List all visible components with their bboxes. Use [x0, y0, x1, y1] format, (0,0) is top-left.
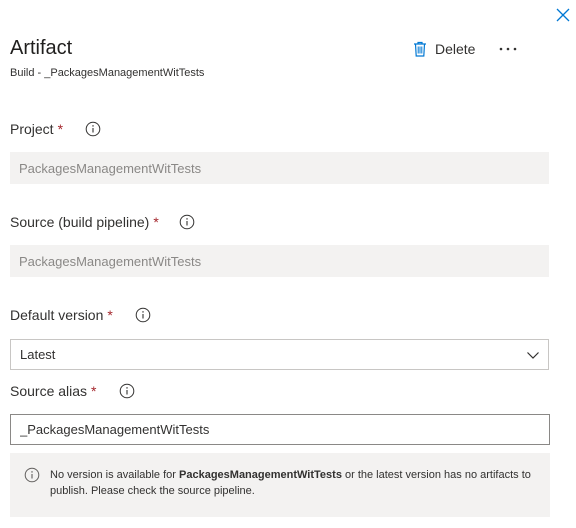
- default-version-label-row: Default version *: [10, 307, 151, 323]
- project-field: PackagesManagementWitTests: [10, 152, 549, 184]
- notice-pipeline-name: PackagesManagementWitTests: [179, 469, 342, 481]
- close-button[interactable]: [553, 5, 573, 25]
- default-version-label: Default version: [10, 307, 104, 323]
- required-mark: *: [153, 214, 159, 230]
- default-version-value: Latest: [20, 347, 56, 362]
- info-icon[interactable]: [85, 121, 101, 137]
- source-label: Source (build pipeline): [10, 214, 150, 230]
- notice-message: No version is available for PackagesMana…: [50, 467, 534, 499]
- project-label: Project: [10, 121, 54, 137]
- more-icon: [499, 47, 517, 51]
- info-icon: [24, 467, 40, 483]
- close-icon: [556, 8, 570, 22]
- required-mark: *: [57, 121, 64, 137]
- info-icon[interactable]: [119, 383, 135, 399]
- delete-button[interactable]: Delete: [413, 38, 475, 60]
- required-mark: *: [107, 307, 113, 323]
- panel-subtitle: Build - _PackagesManagementWitTests: [10, 67, 205, 79]
- panel-title: Artifact: [10, 37, 73, 59]
- project-label-row: Project *: [10, 121, 101, 137]
- info-icon[interactable]: [179, 214, 195, 230]
- more-actions-button[interactable]: [496, 38, 520, 60]
- source-alias-input[interactable]: [10, 414, 550, 445]
- delete-label: Delete: [435, 41, 476, 57]
- chevron-down-icon: [526, 348, 540, 365]
- source-label-row: Source (build pipeline) *: [10, 214, 195, 230]
- required-mark: *: [91, 383, 97, 399]
- info-icon[interactable]: [135, 307, 151, 323]
- source-field: PackagesManagementWitTests: [10, 245, 549, 277]
- source-alias-label: Source alias: [10, 383, 88, 399]
- source-alias-label-row: Source alias *: [10, 383, 135, 399]
- default-version-dropdown[interactable]: Latest: [10, 339, 549, 370]
- trash-icon: [414, 41, 426, 57]
- no-version-notice: No version is available for PackagesMana…: [10, 453, 550, 517]
- notice-prefix: No version is available for: [50, 469, 180, 481]
